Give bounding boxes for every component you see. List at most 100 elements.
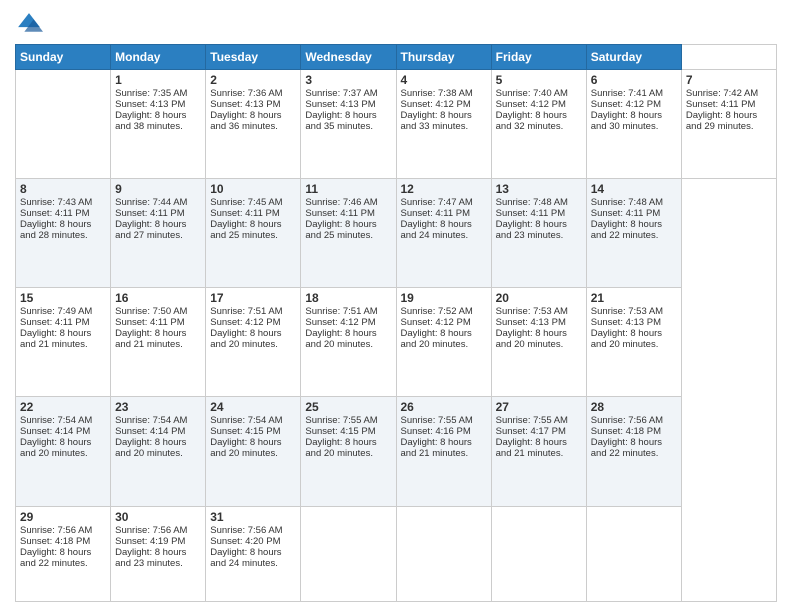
- calendar-cell: 22Sunrise: 7:54 AMSunset: 4:14 PMDayligh…: [16, 397, 111, 506]
- sunset-text: Sunset: 4:12 PM: [401, 99, 471, 110]
- sunset-text: Sunset: 4:13 PM: [210, 99, 280, 110]
- day-number: 12: [401, 182, 487, 196]
- calendar-cell: 5Sunrise: 7:40 AMSunset: 4:12 PMDaylight…: [491, 70, 586, 179]
- day-number: 14: [591, 182, 677, 196]
- day-number: 30: [115, 510, 201, 524]
- sunset-text: Sunset: 4:11 PM: [20, 317, 90, 328]
- sunset-text: Sunset: 4:13 PM: [591, 317, 661, 328]
- day-number: 20: [496, 291, 582, 305]
- logo: [15, 10, 47, 38]
- calendar-cell: 9Sunrise: 7:44 AMSunset: 4:11 PMDaylight…: [111, 179, 206, 288]
- calendar-cell: [586, 506, 681, 602]
- col-header-friday: Friday: [491, 45, 586, 70]
- daylight-text: Daylight: 8 hours and 24 minutes.: [401, 219, 472, 241]
- sunrise-text: Sunrise: 7:44 AM: [115, 197, 187, 208]
- sunrise-text: Sunrise: 7:37 AM: [305, 88, 377, 99]
- day-number: 5: [496, 73, 582, 87]
- col-header-monday: Monday: [111, 45, 206, 70]
- daylight-text: Daylight: 8 hours and 30 minutes.: [591, 110, 662, 132]
- day-number: 18: [305, 291, 391, 305]
- sunset-text: Sunset: 4:18 PM: [20, 536, 90, 547]
- calendar-cell: 26Sunrise: 7:55 AMSunset: 4:16 PMDayligh…: [396, 397, 491, 506]
- calendar-cell: 17Sunrise: 7:51 AMSunset: 4:12 PMDayligh…: [206, 288, 301, 397]
- sunset-text: Sunset: 4:11 PM: [591, 208, 661, 219]
- sunrise-text: Sunrise: 7:52 AM: [401, 306, 473, 317]
- day-number: 9: [115, 182, 201, 196]
- sunset-text: Sunset: 4:16 PM: [401, 426, 471, 437]
- day-number: 25: [305, 400, 391, 414]
- sunset-text: Sunset: 4:14 PM: [20, 426, 90, 437]
- sunrise-text: Sunrise: 7:54 AM: [210, 415, 282, 426]
- sunrise-text: Sunrise: 7:35 AM: [115, 88, 187, 99]
- sunset-text: Sunset: 4:15 PM: [305, 426, 375, 437]
- sunrise-text: Sunrise: 7:54 AM: [115, 415, 187, 426]
- daylight-text: Daylight: 8 hours and 20 minutes.: [401, 328, 472, 350]
- sunrise-text: Sunrise: 7:48 AM: [496, 197, 568, 208]
- sunset-text: Sunset: 4:17 PM: [496, 426, 566, 437]
- calendar-cell: [301, 506, 396, 602]
- sunset-text: Sunset: 4:12 PM: [496, 99, 566, 110]
- day-number: 22: [20, 400, 106, 414]
- col-header-saturday: Saturday: [586, 45, 681, 70]
- sunset-text: Sunset: 4:11 PM: [686, 99, 756, 110]
- daylight-text: Daylight: 8 hours and 22 minutes.: [591, 219, 662, 241]
- col-header-tuesday: Tuesday: [206, 45, 301, 70]
- daylight-text: Daylight: 8 hours and 23 minutes.: [496, 219, 567, 241]
- calendar-cell: 20Sunrise: 7:53 AMSunset: 4:13 PMDayligh…: [491, 288, 586, 397]
- calendar-cell: [16, 70, 111, 179]
- col-header-wednesday: Wednesday: [301, 45, 396, 70]
- sunrise-text: Sunrise: 7:56 AM: [210, 525, 282, 536]
- day-number: 3: [305, 73, 391, 87]
- calendar-cell: 6Sunrise: 7:41 AMSunset: 4:12 PMDaylight…: [586, 70, 681, 179]
- daylight-text: Daylight: 8 hours and 36 minutes.: [210, 110, 281, 132]
- sunrise-text: Sunrise: 7:51 AM: [305, 306, 377, 317]
- daylight-text: Daylight: 8 hours and 25 minutes.: [305, 219, 376, 241]
- sunrise-text: Sunrise: 7:54 AM: [20, 415, 92, 426]
- daylight-text: Daylight: 8 hours and 32 minutes.: [496, 110, 567, 132]
- sunset-text: Sunset: 4:11 PM: [210, 208, 280, 219]
- calendar-cell: 25Sunrise: 7:55 AMSunset: 4:15 PMDayligh…: [301, 397, 396, 506]
- sunset-text: Sunset: 4:11 PM: [496, 208, 566, 219]
- sunrise-text: Sunrise: 7:46 AM: [305, 197, 377, 208]
- daylight-text: Daylight: 8 hours and 22 minutes.: [591, 437, 662, 459]
- day-number: 29: [20, 510, 106, 524]
- sunrise-text: Sunrise: 7:55 AM: [305, 415, 377, 426]
- day-number: 15: [20, 291, 106, 305]
- sunset-text: Sunset: 4:13 PM: [305, 99, 375, 110]
- daylight-text: Daylight: 8 hours and 20 minutes.: [20, 437, 91, 459]
- sunrise-text: Sunrise: 7:43 AM: [20, 197, 92, 208]
- day-number: 1: [115, 73, 201, 87]
- day-number: 8: [20, 182, 106, 196]
- daylight-text: Daylight: 8 hours and 20 minutes.: [496, 328, 567, 350]
- daylight-text: Daylight: 8 hours and 28 minutes.: [20, 219, 91, 241]
- daylight-text: Daylight: 8 hours and 21 minutes.: [496, 437, 567, 459]
- sunrise-text: Sunrise: 7:55 AM: [401, 415, 473, 426]
- sunrise-text: Sunrise: 7:51 AM: [210, 306, 282, 317]
- calendar-cell: 21Sunrise: 7:53 AMSunset: 4:13 PMDayligh…: [586, 288, 681, 397]
- sunset-text: Sunset: 4:11 PM: [20, 208, 90, 219]
- day-number: 31: [210, 510, 296, 524]
- sunrise-text: Sunrise: 7:49 AM: [20, 306, 92, 317]
- daylight-text: Daylight: 8 hours and 38 minutes.: [115, 110, 186, 132]
- daylight-text: Daylight: 8 hours and 21 minutes.: [401, 437, 472, 459]
- sunset-text: Sunset: 4:11 PM: [115, 208, 185, 219]
- calendar-cell: 24Sunrise: 7:54 AMSunset: 4:15 PMDayligh…: [206, 397, 301, 506]
- calendar-cell: 10Sunrise: 7:45 AMSunset: 4:11 PMDayligh…: [206, 179, 301, 288]
- daylight-text: Daylight: 8 hours and 22 minutes.: [20, 547, 91, 569]
- sunrise-text: Sunrise: 7:48 AM: [591, 197, 663, 208]
- daylight-text: Daylight: 8 hours and 29 minutes.: [686, 110, 757, 132]
- calendar-cell: 28Sunrise: 7:56 AMSunset: 4:18 PMDayligh…: [586, 397, 681, 506]
- calendar-cell: 29Sunrise: 7:56 AMSunset: 4:18 PMDayligh…: [16, 506, 111, 602]
- day-number: 2: [210, 73, 296, 87]
- sunset-text: Sunset: 4:19 PM: [115, 536, 185, 547]
- daylight-text: Daylight: 8 hours and 20 minutes.: [591, 328, 662, 350]
- sunrise-text: Sunrise: 7:56 AM: [591, 415, 663, 426]
- calendar-cell: 18Sunrise: 7:51 AMSunset: 4:12 PMDayligh…: [301, 288, 396, 397]
- sunrise-text: Sunrise: 7:36 AM: [210, 88, 282, 99]
- day-number: 11: [305, 182, 391, 196]
- day-number: 16: [115, 291, 201, 305]
- day-number: 7: [686, 73, 772, 87]
- calendar-cell: 19Sunrise: 7:52 AMSunset: 4:12 PMDayligh…: [396, 288, 491, 397]
- logo-icon: [15, 10, 43, 38]
- day-number: 4: [401, 73, 487, 87]
